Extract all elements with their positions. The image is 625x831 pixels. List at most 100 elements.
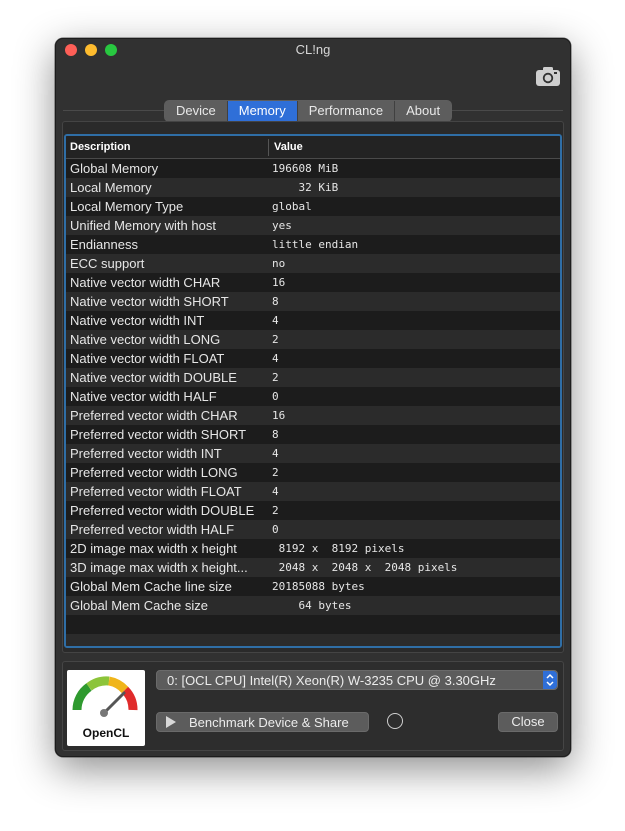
table-row[interactable]: Local Memory 32 KiB — [66, 178, 560, 197]
titlebar: CL!ng — [56, 39, 570, 63]
table-row[interactable]: Native vector width HALF 0 — [66, 387, 560, 406]
table-row[interactable]: Local Memory Type global — [66, 197, 560, 216]
row-value: no — [272, 257, 286, 270]
table-row[interactable] — [66, 634, 560, 646]
row-value: 2 — [272, 333, 279, 346]
row-description: Endianness — [70, 237, 138, 252]
row-description: Preferred vector width FLOAT — [70, 484, 242, 499]
table-row[interactable]: Preferred vector width FLOAT 4 — [66, 482, 560, 501]
benchmark-button[interactable]: Benchmark Device & Share — [156, 712, 369, 732]
table-row[interactable]: Unified Memory with host yes — [66, 216, 560, 235]
table-header: Description Value — [66, 136, 560, 159]
row-description: Local Memory — [70, 180, 152, 195]
table-row[interactable]: Preferred vector width INT 4 — [66, 444, 560, 463]
row-value: 4 — [272, 314, 279, 327]
table-body: Global Memory 196608 MiB Local Memory 32 K… — [66, 159, 560, 646]
row-description: Native vector width CHAR — [70, 275, 221, 290]
row-description: Preferred vector width INT — [70, 446, 222, 461]
row-description: Unified Memory with host — [70, 218, 216, 233]
table-row[interactable]: 3D image max width x height... 2048 x 20… — [66, 558, 560, 577]
device-panel: OpenCL 0: [OCL CPU] Intel(R) Xeon(R) W-3… — [62, 661, 564, 751]
table-row[interactable]: Native vector width CHAR 16 — [66, 273, 560, 292]
row-description: 2D image max width x height — [70, 541, 237, 556]
table-row[interactable]: Native vector width INT 4 — [66, 311, 560, 330]
row-description: Native vector width FLOAT — [70, 351, 225, 366]
table-row[interactable]: Native vector width FLOAT 4 — [66, 349, 560, 368]
row-value: little endian — [272, 238, 359, 251]
row-value: 2 — [272, 466, 279, 479]
row-value: 8 — [272, 428, 279, 441]
row-description: Global Mem Cache size — [70, 598, 208, 613]
table-row[interactable]: Global Memory 196608 MiB — [66, 159, 560, 178]
close-button[interactable]: Close — [498, 712, 558, 732]
tab-memory[interactable]: Memory — [227, 101, 298, 121]
table-row[interactable]: Native vector width LONG 2 — [66, 330, 560, 349]
progress-indicator — [387, 713, 403, 729]
row-description: Native vector width SHORT — [70, 294, 229, 309]
row-description: Preferred vector width LONG — [70, 465, 238, 480]
row-description: Preferred vector width CHAR — [70, 408, 238, 423]
row-value: 4 — [272, 352, 279, 365]
memory-table[interactable]: Description Value Global Memory 196608 Mi… — [64, 134, 562, 648]
row-value: global — [272, 200, 312, 213]
row-description: Global Mem Cache line size — [70, 579, 232, 594]
window-close-button[interactable] — [65, 44, 77, 56]
row-value: 32 KiB — [272, 181, 339, 194]
table-row[interactable]: Native vector width DOUBLE 2 — [66, 368, 560, 387]
row-value: 0 — [272, 390, 279, 403]
table-row[interactable]: ECC support no — [66, 254, 560, 273]
row-value: 20185088 bytes — [272, 580, 365, 593]
row-value: 0 — [272, 523, 279, 536]
row-description: Preferred vector width DOUBLE — [70, 503, 255, 518]
device-select-value: 0: [OCL CPU] Intel(R) Xeon(R) W-3235 CPU… — [167, 673, 496, 688]
row-description: 3D image max width x height... — [70, 560, 248, 575]
table-row[interactable]: Preferred vector width HALF 0 — [66, 520, 560, 539]
row-value: yes — [272, 219, 292, 232]
tab-about[interactable]: About — [395, 101, 452, 121]
table-row[interactable]: Global Mem Cache line size 20185088 bytes — [66, 577, 560, 596]
row-value: 4 — [272, 485, 279, 498]
opencl-gauge-icon — [72, 676, 138, 717]
row-value: 2048 x 2048 x 2048 pixels — [272, 561, 458, 574]
row-value: 4 — [272, 447, 279, 460]
device-select[interactable]: 0: [OCL CPU] Intel(R) Xeon(R) W-3235 CPU… — [156, 670, 558, 690]
table-row[interactable]: Native vector width SHORT 8 — [66, 292, 560, 311]
memory-tab-panel: Description Value Global Memory 196608 Mi… — [62, 121, 564, 653]
row-value: 196608 MiB — [272, 162, 339, 175]
table-row[interactable]: Endianness little endian — [66, 235, 560, 254]
row-description: Local Memory Type — [70, 199, 184, 214]
table-row[interactable]: Preferred vector width DOUBLE 2 — [66, 501, 560, 520]
row-value: 8 — [272, 295, 279, 308]
row-value: 8192 x 8192 pixels — [272, 542, 405, 555]
table-row[interactable]: Preferred vector width CHAR 16 — [66, 406, 560, 425]
column-header-value[interactable]: Value — [274, 141, 303, 153]
tab-device[interactable]: Device — [165, 101, 228, 121]
app-window: CL!ng Device Memory Performance About Descr… — [55, 38, 571, 757]
row-description: ECC support — [70, 256, 145, 271]
benchmark-button-label: Benchmark Device & Share — [189, 715, 349, 730]
table-row[interactable]: Preferred vector width LONG 2 — [66, 463, 560, 482]
row-description: Native vector width INT — [70, 313, 205, 328]
row-value: 2 — [272, 504, 279, 517]
camera-icon[interactable] — [535, 65, 561, 87]
chevron-updown-icon[interactable] — [543, 671, 557, 689]
row-description: Preferred vector width SHORT — [70, 427, 247, 442]
table-row[interactable]: Global Mem Cache size 64 bytes — [66, 596, 560, 615]
row-value: 16 — [272, 409, 286, 422]
row-description: Native vector width LONG — [70, 332, 221, 347]
column-header-description[interactable]: Description — [70, 141, 131, 153]
row-description: Preferred vector width HALF — [70, 522, 235, 537]
tab-performance[interactable]: Performance — [297, 101, 396, 121]
window-minimize-button[interactable] — [85, 44, 97, 56]
table-row[interactable]: Preferred vector width SHORT 8 — [66, 425, 560, 444]
table-row[interactable] — [66, 615, 560, 634]
opencl-logo: OpenCL — [67, 670, 145, 746]
row-description: Native vector width DOUBLE — [70, 370, 237, 385]
tab-bar: Device Memory Performance About — [164, 100, 453, 122]
row-value: 16 — [272, 276, 286, 289]
table-row[interactable]: 2D image max width x height 8192 x 8192 … — [66, 539, 560, 558]
row-value: 2 — [272, 371, 279, 384]
window-title: CL!ng — [295, 42, 331, 57]
window-zoom-button[interactable] — [105, 44, 117, 56]
column-divider[interactable] — [268, 139, 269, 156]
